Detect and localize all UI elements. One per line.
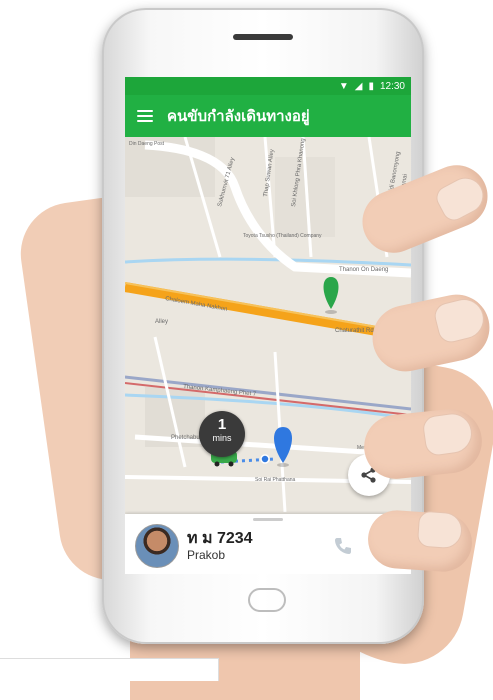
menu-icon[interactable] [137,110,153,122]
map-label: Chaturathit Rd [335,328,374,334]
bottom-panel [0,658,219,681]
wifi-icon: ▼ [338,80,349,92]
map-label: Alley [155,319,168,325]
driver-avatar [135,524,179,568]
app-bar: คนขับกำลังเดินทางอยู่ [125,95,411,137]
current-location-icon [260,454,270,464]
page-title: คนขับกำลังเดินทางอยู่ [167,108,310,125]
call-button[interactable] [333,536,353,556]
map-label: Soi Rai Phatthana [255,477,296,483]
map-label: Toyota Tsusho (Thailand) Company [243,233,322,239]
map-label: Din Daeng Post [129,141,165,147]
sheet-handle[interactable] [253,518,283,521]
signal-icon: ◢ [354,80,363,92]
driver-name: Prakob [187,548,226,562]
eta-unit: mins [212,433,232,443]
phone-icon [335,538,351,554]
phone-screen: ▼ ◢ ▮ 12:30 คนขับกำลังเดินทางอยู่ Din Da… [125,77,411,574]
status-time: 12:30 [379,80,405,92]
phone-speaker [233,34,293,40]
home-button[interactable] [248,588,286,612]
eta-badge: 1 mins [199,411,245,457]
status-bar: ▼ ◢ ▮ 12:30 [125,77,411,95]
battery-icon: ▮ [368,80,374,92]
eta-value: 1 [217,416,227,433]
map-label: Thanon On Daeng [339,267,388,273]
